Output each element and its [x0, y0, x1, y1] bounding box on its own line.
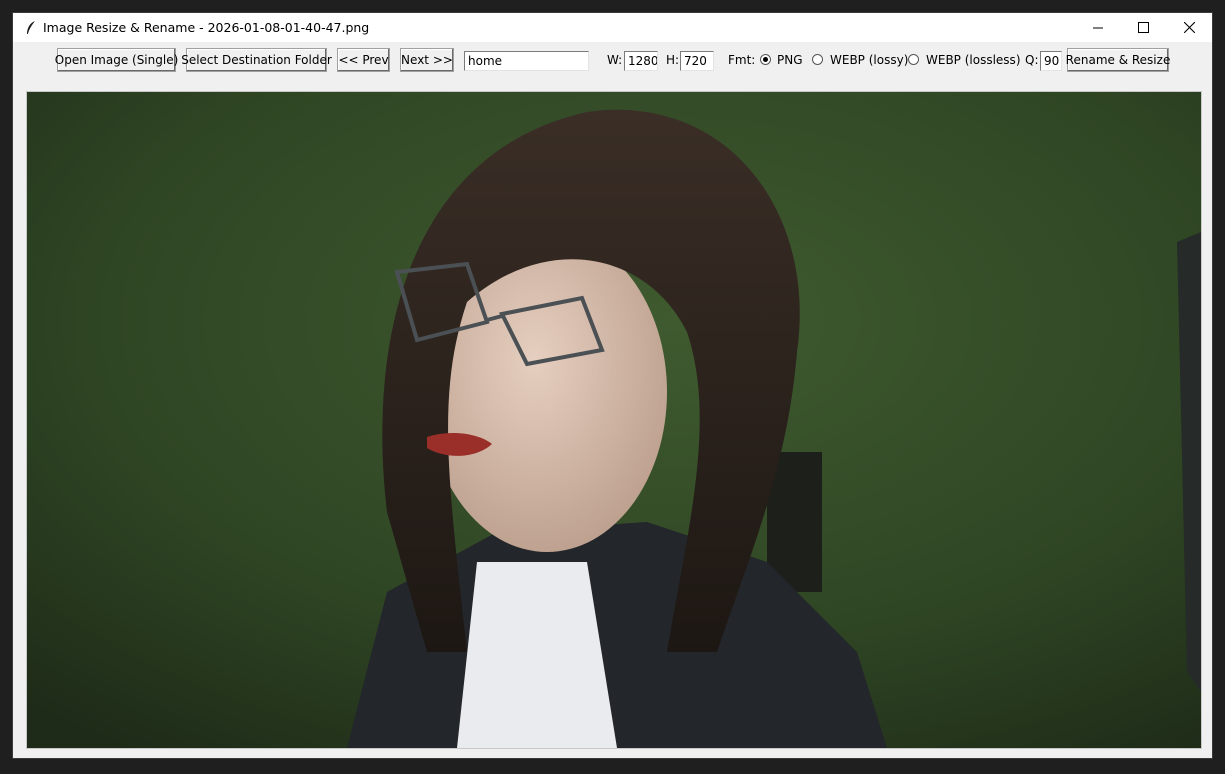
rename-resize-button[interactable]: Rename & Resize — [1066, 48, 1170, 72]
width-input[interactable]: 1280 — [624, 51, 658, 71]
image-preview — [26, 91, 1202, 749]
quality-input[interactable]: 90 — [1040, 51, 1062, 71]
format-webp-lossy-label[interactable]: WEBP (lossy) — [830, 53, 908, 67]
format-png-label[interactable]: PNG — [777, 53, 803, 67]
close-button[interactable] — [1166, 13, 1212, 42]
preview-image — [27, 92, 1201, 748]
width-label: W: — [607, 53, 623, 67]
minimize-button[interactable] — [1075, 13, 1121, 42]
format-png-radio[interactable] — [760, 54, 771, 65]
minimize-icon — [1093, 27, 1103, 28]
next-button[interactable]: Next >> — [400, 48, 454, 72]
height-label: H: — [666, 53, 680, 67]
close-icon — [1183, 22, 1195, 33]
name-input[interactable]: home — [464, 51, 589, 71]
format-webp-lossless-radio[interactable] — [908, 54, 919, 65]
toolbar: Open Image (Single) Select Destination F… — [13, 42, 1212, 90]
format-webp-lossless-label[interactable]: WEBP (lossless) — [926, 53, 1021, 67]
maximize-icon — [1137, 22, 1149, 33]
feather-icon — [27, 20, 36, 35]
quality-label: Q: — [1025, 53, 1039, 67]
format-webp-lossy-radio[interactable] — [812, 54, 823, 65]
title-bar: Image Resize & Rename - 2026-01-08-01-40… — [13, 13, 1212, 42]
maximize-button[interactable] — [1120, 13, 1166, 42]
app-window: Image Resize & Rename - 2026-01-08-01-40… — [13, 13, 1212, 758]
prev-button[interactable]: << Prev — [337, 48, 390, 72]
height-input[interactable]: 720 — [680, 51, 714, 71]
format-label: Fmt: — [728, 53, 756, 67]
select-destination-button[interactable]: Select Destination Folder — [181, 48, 332, 72]
window-title: Image Resize & Rename - 2026-01-08-01-40… — [43, 20, 370, 35]
open-image-button[interactable]: Open Image (Single) — [55, 48, 178, 72]
